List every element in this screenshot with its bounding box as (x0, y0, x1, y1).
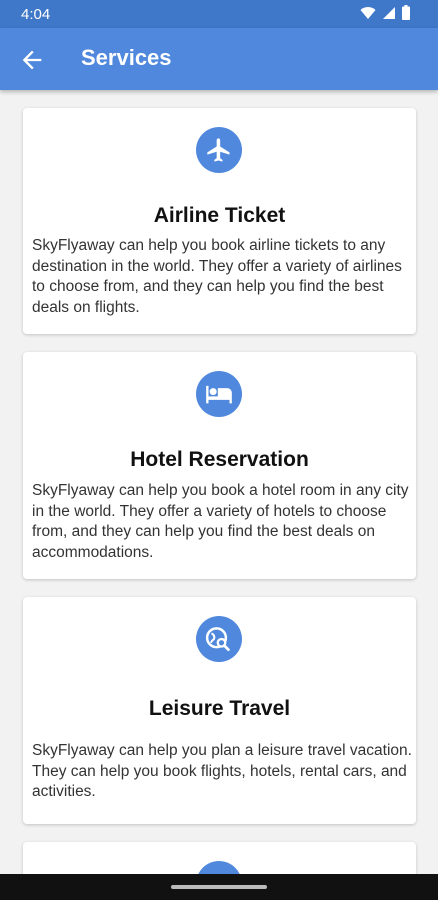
service-card-leisure-travel[interactable]: Leisure Travel SkyFlyaway can help you p… (23, 597, 416, 824)
status-bar: 4:04 (0, 0, 438, 28)
home-indicator[interactable] (171, 885, 267, 889)
battery-icon (402, 5, 410, 25)
status-time: 4:04 (21, 6, 51, 23)
service-card-partial[interactable] (23, 842, 416, 874)
service-description: SkyFlyaway can help you plan a leisure t… (32, 742, 412, 800)
service-description: SkyFlyaway can help you book a hotel roo… (32, 482, 409, 561)
service-description: SkyFlyaway can help you book airline tic… (32, 237, 402, 316)
services-list[interactable]: Airline Ticket SkyFlyaway can help you b… (0, 90, 438, 874)
status-icons (360, 5, 410, 25)
service-title: Leisure Travel (148, 697, 291, 720)
app-bar: Services (0, 28, 438, 90)
wifi-icon (360, 6, 376, 25)
arrow-back-icon (22, 50, 42, 70)
service-icon (196, 861, 242, 874)
hotel-bed-icon (196, 371, 242, 417)
travel-explore-icon (196, 616, 242, 662)
page-title: Services (81, 45, 172, 70)
back-button[interactable] (18, 46, 46, 74)
service-card-airline-ticket[interactable]: Airline Ticket SkyFlyaway can help you b… (23, 108, 416, 334)
airplane-icon (196, 127, 242, 173)
service-card-hotel-reservation[interactable]: Hotel Reservation SkyFlyaway can help yo… (23, 352, 416, 579)
signal-icon (382, 6, 396, 25)
service-title: Hotel Reservation (130, 448, 309, 471)
service-title: Airline Ticket (153, 204, 286, 227)
